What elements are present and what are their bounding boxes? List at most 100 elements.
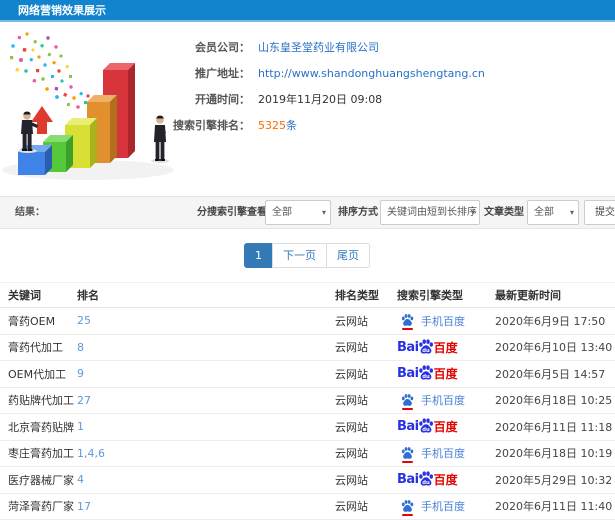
baidu-paw-icon: du (418, 418, 433, 433)
sort-select[interactable]: 关键词由短到长排序 ▾ (380, 200, 480, 225)
baidu-red-underline (402, 407, 413, 410)
engine-cell: Bai du 百度 (393, 364, 495, 383)
keyword-cell: 枣庄膏药加工 (8, 447, 74, 461)
sort-select-value: 关键词由短到长排序 (387, 207, 477, 218)
next-page-button[interactable]: 下一页 (272, 243, 327, 268)
chevron-down-icon: ▾ (569, 208, 574, 217)
keyword-cell: 北京膏药贴牌 (8, 420, 74, 434)
page-title: 网络营销效果展示 (0, 0, 615, 22)
field-open-time: 开通时间： 2019年11月20日 09:08 (165, 86, 615, 112)
mobile-baidu-logo: 手机百度 (397, 445, 465, 463)
baidu-red-underline (402, 460, 413, 463)
engine-cell: 手机百度 (393, 392, 495, 410)
rank-link[interactable]: 27 (77, 394, 91, 407)
rank-cell: 25 (77, 314, 335, 327)
rank-cell: 9 (77, 367, 335, 380)
table-row: 枣庄膏药加工 1,4,6 云网站 手机百度 2020年6月18日 10:19 (0, 441, 615, 467)
field-promo-url: 推广地址： http://www.shandonghuangshengtang.… (165, 60, 615, 86)
article-type-label: 文章类型 (484, 207, 524, 218)
field-company: 会员公司： 山东皇圣堂药业有限公司 (165, 34, 615, 60)
mobile-baidu-logo: 手机百度 (397, 498, 465, 516)
marketing-illustration (0, 30, 185, 190)
table-row: 医疗器械厂家 4 云网站 Bai du 百度 2020年5月29日 10:32 (0, 467, 615, 494)
engine-cell: Bai du 百度 (393, 338, 495, 357)
baidu-paw-icon (401, 393, 414, 406)
open-time-value: 2019年11月20日 09:08 (258, 93, 383, 106)
results-table: 关键词 排名 排名类型 搜索引擎类型 最新更新时间 膏药OEM 25 云网站 手… (0, 282, 615, 520)
engine-cell: 手机百度 (393, 498, 495, 516)
rank-link[interactable]: 8 (77, 341, 84, 354)
rank-cell: 1 (77, 420, 335, 433)
baidu-red-underline (402, 328, 413, 331)
mobile-baidu-logo: 手机百度 (397, 313, 465, 331)
up-arrow-icon (31, 106, 53, 134)
table-row: 菏泽膏药厂家 17 云网站 手机百度 2020年6月11日 11:40 (0, 494, 615, 520)
updated-cell: 2020年6月5日 14:57 (495, 367, 606, 381)
article-type-select[interactable]: 全部 ▾ (527, 200, 579, 225)
mobile-baidu-logo: 手机百度 (397, 392, 465, 410)
rank-type-cell: 云网站 (335, 473, 368, 487)
engine-select-value: 全部 (272, 207, 292, 218)
submit-button[interactable]: 提交 (584, 200, 615, 225)
engine-cell: 手机百度 (393, 445, 495, 463)
col-rank-type: 排名类型 (335, 289, 379, 302)
baidu-paw-icon: du (418, 471, 433, 486)
table-row: 膏药代加工 8 云网站 Bai du 百度 2020年6月10日 13:40 (0, 335, 615, 361)
col-updated: 最新更新时间 (495, 289, 561, 302)
baidu-paw-icon (401, 446, 414, 459)
company-link[interactable]: 山东皇圣堂药业有限公司 (258, 39, 379, 55)
baidu-paw-icon (401, 314, 414, 327)
rank-count-unit: 条 (286, 119, 297, 132)
updated-cell: 2020年6月11日 11:18 (495, 420, 613, 434)
keyword-cell: 膏药代加工 (8, 341, 63, 355)
rank-cell: 4 (77, 473, 335, 486)
bar-chart-illustration-image (2, 32, 174, 180)
rank-type-cell: 云网站 (335, 394, 368, 408)
table-row: 北京膏药贴牌 1 云网站 Bai du 百度 2020年6月11日 11:18 (0, 414, 615, 441)
updated-cell: 2020年5月29日 10:32 (495, 473, 613, 487)
baidu-logo: Bai du 百度 (397, 418, 458, 435)
article-type-select-value: 全部 (534, 207, 554, 218)
keyword-cell: 医疗器械厂家 (8, 473, 74, 487)
rank-type-cell: 云网站 (335, 447, 368, 461)
member-info-panel: 会员公司： 山东皇圣堂药业有限公司 推广地址： http://www.shand… (165, 34, 615, 138)
updated-cell: 2020年6月18日 10:19 (495, 447, 613, 461)
rank-cell: 17 (77, 500, 335, 513)
open-time-label: 开通时间： (195, 93, 250, 106)
rank-link[interactable]: 9 (77, 367, 84, 380)
col-rank: 排名 (77, 289, 99, 302)
engine-select[interactable]: 全部 ▾ (265, 200, 331, 225)
baidu-paw-icon: du (418, 365, 433, 380)
baidu-paw-icon: du (418, 339, 433, 354)
company-label: 会员公司： (195, 41, 250, 54)
baidu-logo: Bai du 百度 (397, 365, 458, 382)
keyword-cell: 菏泽膏药厂家 (8, 500, 74, 514)
promo-url-label: 推广地址： (195, 67, 250, 80)
sort-filter-label: 排序方式 (338, 207, 378, 218)
engine-filter-label: 分搜索引擎查看 (197, 207, 267, 218)
table-row: 药贴牌代加工 27 云网站 手机百度 2020年6月18日 10:25 (0, 388, 615, 414)
keyword-cell: 膏药OEM (8, 314, 56, 328)
rank-type-cell: 云网站 (335, 500, 368, 514)
baidu-red-underline (402, 513, 413, 516)
rank-cell: 1,4,6 (77, 447, 335, 460)
pagination: 1 下一页 尾页 (0, 243, 615, 268)
rank-link[interactable]: 1 (77, 420, 84, 433)
promo-url-link[interactable]: http://www.shandonghuangshengtang.cn (258, 67, 485, 80)
svg-text:du: du (422, 480, 430, 486)
rank-cell: 8 (77, 341, 335, 354)
rank-link[interactable]: 4 (77, 473, 84, 486)
engine-cell: Bai du 百度 (393, 470, 495, 489)
last-page-button[interactable]: 尾页 (326, 243, 370, 268)
rank-cell: 27 (77, 394, 335, 407)
rank-type-cell: 云网站 (335, 367, 368, 381)
rank-type-cell: 云网站 (335, 341, 368, 355)
filter-bar: 结果： 分搜索引擎查看 全部 ▾ 排序方式 关键词由短到长排序 ▾ 文章类型 全… (0, 196, 615, 229)
keyword-cell: 药贴牌代加工 (8, 394, 74, 408)
updated-cell: 2020年6月11日 11:40 (495, 500, 613, 514)
rank-link[interactable]: 1,4,6 (77, 447, 105, 460)
rank-link[interactable]: 17 (77, 500, 91, 513)
page-1-button[interactable]: 1 (244, 243, 273, 268)
rank-type-cell: 云网站 (335, 314, 368, 328)
rank-link[interactable]: 25 (77, 314, 91, 327)
